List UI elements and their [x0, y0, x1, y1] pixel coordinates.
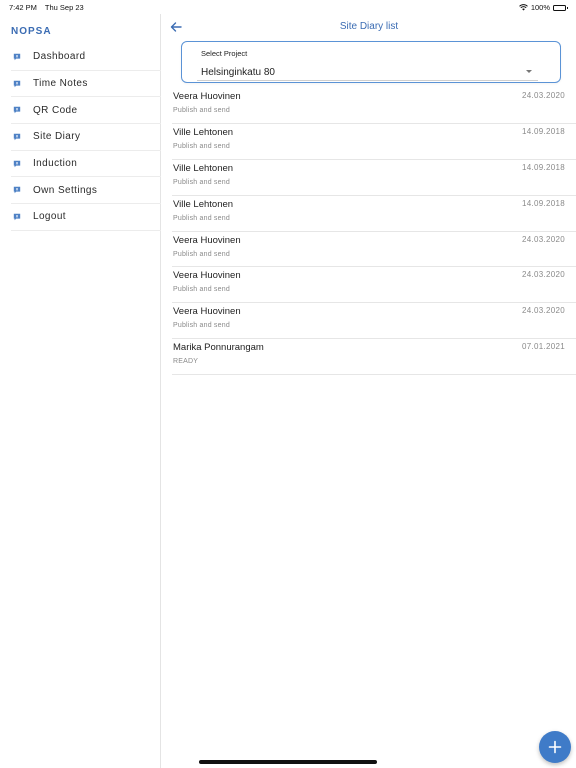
list-item[interactable]: Veera Huovinen Publish and send 24.03.20…	[172, 88, 576, 124]
entry-date: 14.09.2018	[521, 126, 565, 136]
entry-author: Veera Huovinen	[173, 270, 241, 282]
project-select-value: Helsinginkatu 80	[201, 67, 275, 78]
sidebar-item-label: QR Code	[33, 104, 78, 116]
status-bar: 7:42 PM Thu Sep 23 100%	[0, 0, 576, 14]
status-date: Thu Sep 23	[44, 3, 84, 12]
entry-status: Publish and send	[173, 286, 230, 294]
entry-date: 07.01.2021	[521, 342, 565, 352]
entry-status: Publish and send	[173, 107, 230, 114]
page-title: Site Diary list	[339, 21, 399, 32]
wifi-icon	[518, 4, 528, 11]
brand-logo-text: NOPSA	[11, 26, 52, 37]
select-underline	[197, 80, 538, 81]
entry-date: 24.03.2020	[521, 270, 565, 280]
sidebar-item-label: Induction	[33, 158, 78, 170]
entry-author: Ville Lehtonen	[173, 162, 234, 174]
project-select-label: Select Project	[201, 49, 248, 58]
sidebar-item-induction[interactable]: Induction	[11, 151, 161, 178]
entry-author: Veera Huovinen	[173, 91, 241, 102]
chat-bubble-icon	[13, 213, 21, 221]
list-item[interactable]: Ville Lehtonen Publish and send 14.09.20…	[172, 196, 576, 232]
chat-bubble-icon	[13, 80, 21, 87]
sidebar-item-label: Time Notes	[33, 78, 88, 90]
caret-down-icon	[526, 70, 532, 73]
app-screen: 7:42 PM Thu Sep 23 100% NOPSA Dashboard …	[0, 0, 576, 768]
chat-bubble-icon	[13, 133, 21, 141]
entry-author: Veera Huovinen	[173, 306, 241, 318]
entry-author: Marika Ponnurangam	[173, 342, 264, 354]
sidebar-item-own-settings[interactable]: Own Settings	[11, 177, 161, 205]
list-item[interactable]: Ville Lehtonen Publish and send 14.09.20…	[172, 160, 576, 196]
chat-bubble-icon	[13, 187, 21, 194]
sidebar-item-label: Logout	[33, 211, 66, 223]
main-content: Site Diary list Select Project Helsingin…	[162, 14, 576, 768]
entry-status: Publish and send	[173, 142, 230, 150]
list-item[interactable]: Veera Huovinen Publish and send 24.03.20…	[172, 232, 576, 268]
list-item[interactable]: Veera Huovinen Publish and send 24.03.20…	[172, 267, 576, 304]
sidebar-item-qr-code[interactable]: QR Code	[11, 97, 161, 125]
battery-percent: 100%	[530, 3, 550, 12]
entry-date: 24.03.2020	[521, 91, 565, 100]
sidebar-nav: Dashboard Time Notes QR Code Site Diary …	[11, 44, 161, 231]
entry-date: 24.03.2020	[521, 306, 565, 316]
entry-author: Ville Lehtonen	[173, 126, 234, 138]
home-indicator	[199, 760, 377, 764]
entry-date: 24.03.2020	[521, 234, 565, 244]
status-left: 7:42 PM Thu Sep 23	[9, 3, 90, 12]
list-item[interactable]: Ville Lehtonen Publish and send 14.09.20…	[172, 124, 576, 160]
entry-author: Veera Huovinen	[173, 234, 241, 246]
entry-status: Publish and send	[173, 178, 230, 186]
entry-date: 14.09.2018	[521, 198, 565, 208]
sidebar-item-label: Site Diary	[33, 131, 81, 143]
sidebar-item-dashboard[interactable]: Dashboard	[11, 44, 161, 71]
sidebar-item-label: Dashboard	[33, 51, 86, 63]
list-item[interactable]: Veera Huovinen Publish and send 24.03.20…	[172, 303, 576, 340]
add-entry-button[interactable]	[539, 731, 571, 763]
site-diary-list: Veera Huovinen Publish and send 24.03.20…	[172, 88, 576, 376]
sidebar-item-time-notes[interactable]: Time Notes	[11, 71, 161, 98]
entry-status: Publish and send	[173, 250, 230, 258]
entry-author: Ville Lehtonen	[173, 198, 234, 210]
status-time: 7:42 PM	[9, 3, 37, 12]
sidebar-item-logout[interactable]: Logout	[11, 204, 161, 231]
entry-status: Publish and send	[173, 322, 230, 330]
sidebar-item-label: Own Settings	[33, 184, 98, 196]
project-select[interactable]: Select Project Helsinginkatu 80	[181, 41, 561, 83]
list-item[interactable]: Marika Ponnurangam READY 07.01.2021	[172, 339, 576, 376]
status-right: 100%	[518, 3, 568, 12]
sidebar-item-site-diary[interactable]: Site Diary	[11, 124, 161, 151]
entry-status: READY	[173, 358, 199, 366]
chat-bubble-icon	[13, 107, 21, 114]
chat-bubble-icon	[13, 160, 21, 167]
sidebar: NOPSA Dashboard Time Notes QR Code Site …	[0, 14, 161, 768]
plus-icon	[548, 740, 562, 754]
entry-date: 14.09.2018	[521, 162, 565, 172]
battery-icon	[553, 4, 568, 11]
entry-status: Publish and send	[173, 214, 230, 222]
chat-bubble-icon	[13, 53, 21, 61]
